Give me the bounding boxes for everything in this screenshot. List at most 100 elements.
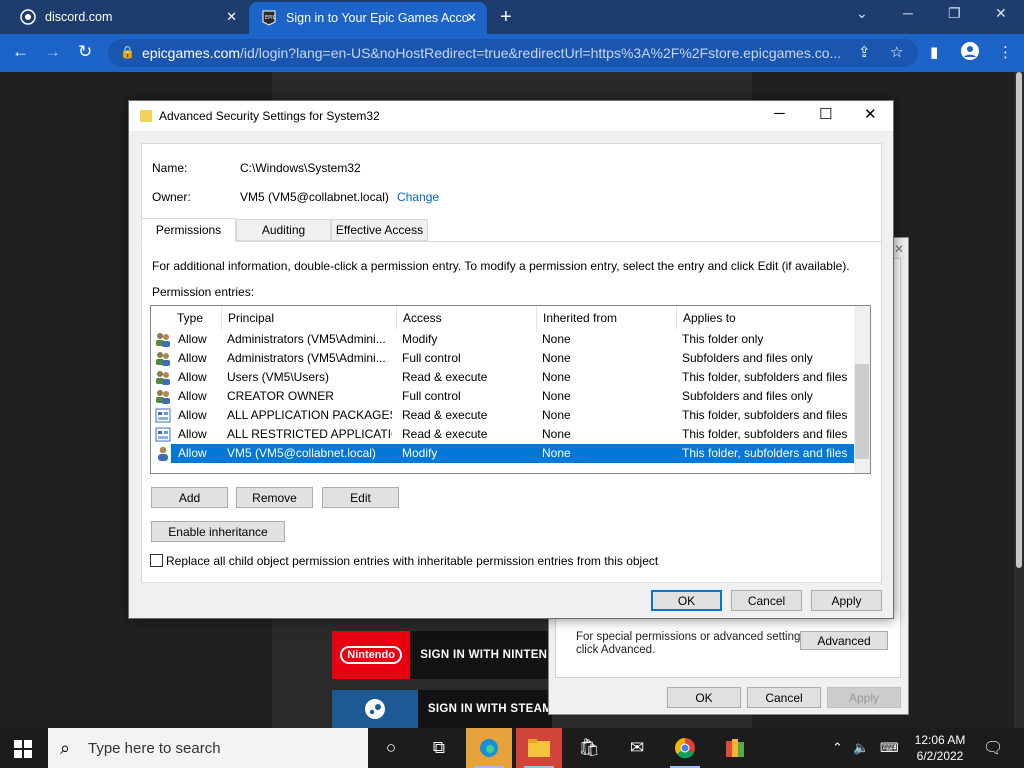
ok-button[interactable]: OK	[651, 590, 722, 611]
keyboard-icon[interactable]: ⌨	[880, 740, 899, 756]
column-header-applies-to[interactable]: Applies to	[677, 306, 854, 330]
cell-principal: Administrators (VM5\Admini...	[227, 332, 386, 346]
table-row[interactable]: Allow Users (VM5\Users) Read & execute None…	[151, 368, 854, 387]
cell-applies: This folder only	[682, 332, 764, 346]
cell-applies: This folder, subfolders and files	[682, 370, 848, 384]
apply-button[interactable]: Apply	[811, 590, 882, 611]
cell-applies: Subfolders and files only	[682, 389, 813, 403]
cortana-icon[interactable]: ○	[368, 728, 414, 768]
scrollbar-thumb[interactable]	[855, 364, 869, 459]
table-row[interactable]: Allow VM5 (VM5@collabnet.local) Modify None…	[171, 444, 854, 463]
lock-icon: 🔒	[120, 45, 135, 59]
task-view-icon[interactable]: ⧉	[416, 728, 462, 768]
tab-auditing[interactable]: Auditing	[236, 219, 331, 241]
add-button[interactable]: Add	[151, 487, 228, 508]
column-header-principal[interactable]: Principal	[222, 306, 397, 330]
tray-chevron-up-icon[interactable]: ⌃	[832, 740, 843, 756]
cancel-button[interactable]: Cancel	[747, 687, 821, 708]
close-icon[interactable]: ✕	[894, 242, 904, 256]
table-row[interactable]: Allow ALL APPLICATION PACKAGES Read & exec…	[151, 406, 854, 425]
table-row[interactable]: Allow CREATOR OWNER Full control None Subfol…	[151, 387, 854, 406]
restore-icon[interactable]: ❐	[948, 5, 961, 22]
close-tab-icon[interactable]: ✕	[466, 10, 477, 26]
edit-button[interactable]: Edit	[322, 487, 399, 508]
edge-icon[interactable]	[466, 728, 512, 768]
owner-value: VM5 (VM5@collabnet.local)	[240, 190, 389, 204]
remove-button[interactable]: Remove	[236, 487, 313, 508]
column-header-inherited-from[interactable]: Inherited from	[537, 306, 677, 330]
tab-permissions[interactable]: Permissions	[141, 218, 236, 242]
cell-principal: Administrators (VM5\Admini...	[227, 351, 386, 365]
cell-type: Allow	[178, 408, 207, 422]
volume-icon[interactable]: 🔈	[853, 740, 869, 756]
column-header-access[interactable]: Access	[397, 306, 537, 330]
ok-button[interactable]: OK	[667, 687, 741, 708]
table-row[interactable]: Allow ALL RESTRICTED APPLICATIO... Read & …	[151, 425, 854, 444]
folder-icon	[140, 110, 152, 122]
windows-start-icon[interactable]	[14, 740, 32, 758]
store-icon[interactable]: 🛍	[566, 728, 612, 768]
minimize-icon[interactable]: ─	[774, 105, 785, 122]
search-icon: ⌕	[60, 738, 71, 758]
maximize-icon[interactable]: ☐	[819, 105, 832, 123]
tab-label: Sign in to Your Epic Games Acco	[286, 11, 469, 25]
table-row[interactable]: Allow Administrators (VM5\Admini... Full c…	[151, 349, 854, 368]
apply-button[interactable]: Apply	[827, 687, 901, 708]
chevron-down-icon[interactable]: ⌄	[856, 5, 868, 22]
forward-arrow-icon[interactable]: →	[44, 42, 61, 62]
search-placeholder: Type here to search	[88, 739, 221, 757]
signin-nintendo-button[interactable]: Nintendo SIGN IN WITH NINTENDO	[332, 631, 552, 679]
address-bar[interactable]: 🔒 epicgames.com/id/login?lang=en-US&noHo…	[108, 39, 918, 67]
cell-access: Modify	[402, 332, 438, 346]
advanced-hint-text: For special permissions or advanced sett…	[576, 631, 810, 656]
share-icon[interactable]: ⇪	[858, 43, 871, 61]
cell-inherited: None	[542, 370, 571, 384]
close-tab-icon[interactable]: ✕	[226, 9, 237, 25]
close-icon[interactable]: ✕	[864, 105, 877, 123]
cell-access: Read & execute	[402, 427, 488, 441]
reload-icon[interactable]: ↻	[78, 42, 92, 62]
tab-epic-games[interactable]: EPIC Sign in to Your Epic Games Acco ✕	[249, 2, 487, 34]
permission-entries-label: Permission entries:	[152, 285, 255, 299]
browser-toolbar: ← → ↻ 🔒 epicgames.com/id/login?lang=en-U…	[0, 34, 1024, 72]
notifications-icon[interactable]: 🗨	[983, 738, 1003, 758]
chrome-icon[interactable]	[662, 728, 708, 768]
signin-steam-button[interactable]: SIGN IN WITH STEAM	[332, 690, 552, 728]
scrollbar-thumb[interactable]	[1016, 72, 1022, 568]
enable-inheritance-button[interactable]: Enable inheritance	[151, 521, 285, 542]
cell-type: Allow	[178, 427, 207, 441]
taskbar-search-box[interactable]: ⌕ Type here to search	[48, 728, 368, 768]
new-tab-button[interactable]: +	[500, 6, 512, 29]
app-tiles-icon[interactable]	[712, 728, 758, 768]
minimize-icon[interactable]: ─	[903, 5, 913, 21]
cell-applies: This folder, subfolders and files	[682, 408, 848, 422]
back-arrow-icon[interactable]: ←	[12, 42, 29, 62]
column-header-type[interactable]: Type	[171, 306, 222, 330]
advanced-button[interactable]: Advanced	[800, 631, 888, 650]
close-window-icon[interactable]: ✕	[995, 5, 1007, 22]
sidebar-icon[interactable]: ▮	[930, 43, 938, 61]
cell-principal: Users (VM5\Users)	[227, 370, 330, 384]
name-label: Name:	[152, 161, 188, 175]
epic-games-favicon-icon: EPIC	[261, 10, 277, 26]
tab-effective-access[interactable]: Effective Access	[331, 219, 428, 241]
taskbar-clock[interactable]: 12:06 AM 6/2/2022	[905, 732, 975, 764]
cell-inherited: None	[542, 389, 571, 403]
file-explorer-icon[interactable]	[516, 728, 562, 768]
menu-kebab-icon[interactable]: ⋮	[998, 43, 1013, 61]
tab-discord[interactable]: discord.com ✕	[0, 0, 247, 34]
star-icon[interactable]: ☆	[890, 43, 903, 61]
page-scrollbar[interactable]	[1014, 72, 1024, 728]
cancel-button[interactable]: Cancel	[731, 590, 802, 611]
signin-label: SIGN IN WITH NINTENDO	[420, 649, 552, 661]
list-scrollbar[interactable]	[854, 306, 870, 473]
profile-avatar-icon[interactable]	[960, 41, 980, 65]
replace-child-entries-checkbox[interactable]	[150, 554, 163, 567]
change-owner-link[interactable]: Change	[397, 190, 439, 204]
nintendo-logo-icon: Nintendo	[332, 631, 411, 679]
mail-icon[interactable]: ✉	[614, 728, 660, 768]
permission-entries-list[interactable]: Type Principal Access Inherited from App…	[150, 305, 871, 474]
cell-principal: ALL APPLICATION PACKAGES	[227, 408, 392, 422]
cell-inherited: None	[542, 351, 571, 365]
table-row[interactable]: Allow Administrators (VM5\Admini... Modify…	[151, 330, 854, 349]
